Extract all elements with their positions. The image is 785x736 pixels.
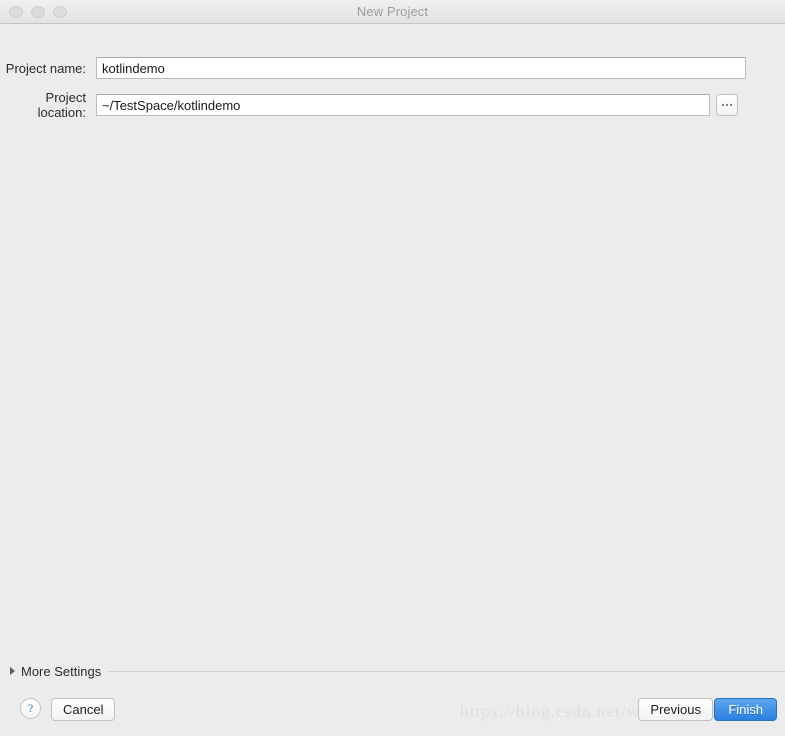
project-location-label: Project location: [37, 90, 86, 120]
previous-button[interactable]: Previous [638, 698, 713, 721]
cancel-button[interactable]: Cancel [51, 698, 116, 721]
section-divider [109, 670, 785, 672]
project-location-input[interactable] [96, 94, 710, 116]
window-titlebar: New Project [0, 0, 785, 24]
minimize-window-icon[interactable] [31, 5, 45, 18]
window-title: New Project [356, 4, 429, 19]
dialog-button-bar: ? Cancel Previous Finish [0, 698, 785, 722]
project-name-row: Project name: [0, 57, 785, 79]
new-project-dialog: New Project Project name: Project locati… [0, 0, 785, 736]
dialog-footer: More Settings https://blog.csdn.net/wd20… [0, 655, 785, 736]
more-settings-toggle[interactable]: More Settings [10, 663, 785, 679]
project-name-input[interactable] [96, 57, 746, 79]
chevron-right-icon [10, 667, 15, 675]
finish-button[interactable]: Finish [714, 698, 777, 721]
browse-location-button[interactable] [716, 94, 738, 116]
close-window-icon[interactable] [9, 5, 23, 18]
dialog-content: Project name: Project location: [0, 24, 785, 655]
ellipsis-icon [722, 104, 732, 106]
more-settings-label: More Settings [21, 663, 102, 679]
zoom-window-icon[interactable] [53, 5, 67, 18]
project-name-label: Project name: [5, 60, 86, 76]
traffic-light-group [9, 0, 67, 23]
project-location-row: Project location: [0, 90, 785, 120]
help-button[interactable]: ? [20, 698, 41, 719]
